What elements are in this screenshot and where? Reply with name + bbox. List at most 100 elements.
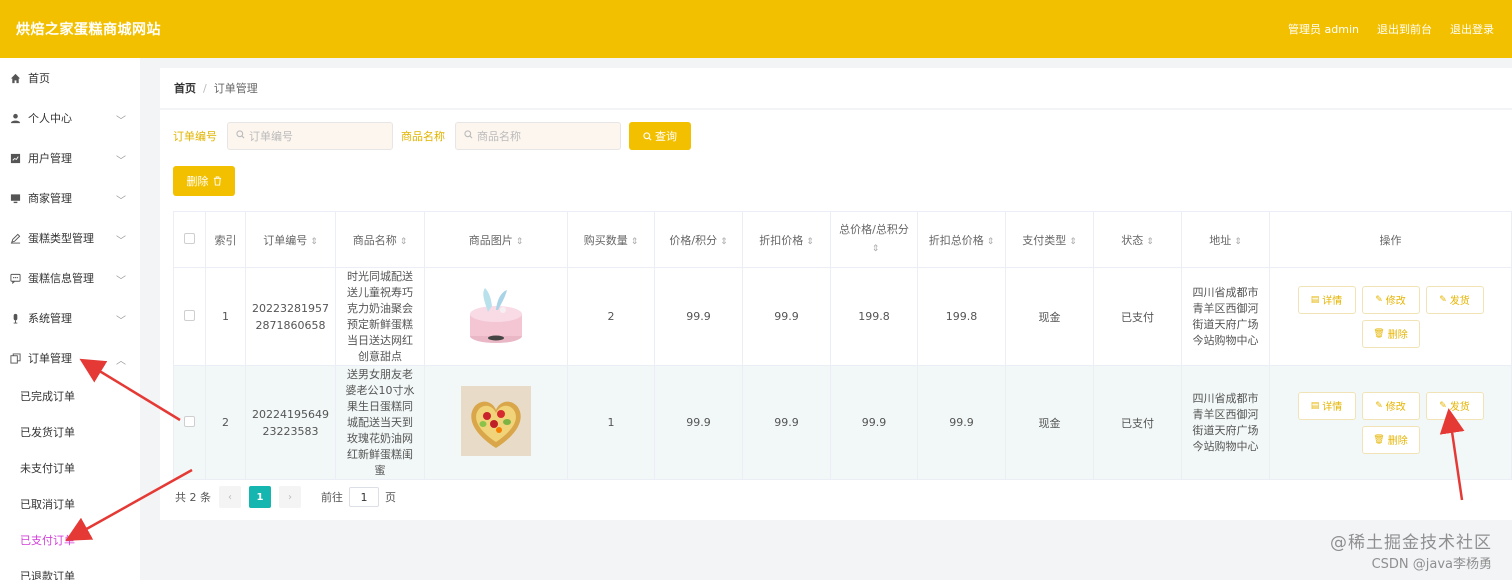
col-actions: 操作 bbox=[1269, 211, 1512, 268]
cell-status: 已支付 bbox=[1093, 267, 1182, 366]
table-header-row: 索引 订单编号 ⇕ 商品名称 ⇕ 商品图片 ⇕ 购买数量 ⇕ 价格/积分 ⇕ 折扣价格 ⇕ … bbox=[173, 211, 1512, 268]
sidebar-item-users[interactable]: 用户管理 ﹀ bbox=[0, 138, 140, 178]
mic-icon bbox=[9, 312, 21, 324]
row-select-cell[interactable] bbox=[173, 365, 206, 480]
col-quantity[interactable]: 购买数量 ⇕ bbox=[567, 211, 655, 268]
orders-table: 索引 订单编号 ⇕ 商品名称 ⇕ 商品图片 ⇕ 购买数量 ⇕ 价格/积分 ⇕ 折扣价格 ⇕ … bbox=[173, 211, 1512, 480]
sidebar-item-label: 商家管理 bbox=[28, 192, 72, 205]
chart-icon bbox=[9, 152, 21, 164]
col-address[interactable]: 地址 ⇕ bbox=[1181, 211, 1270, 268]
sort-icon[interactable]: ⇕ bbox=[1234, 237, 1242, 247]
select-all-checkbox[interactable] bbox=[184, 232, 195, 244]
cake-image-pink[interactable] bbox=[461, 280, 531, 350]
sub-item-refunded-orders[interactable]: 已退款订单 bbox=[0, 558, 140, 580]
sort-icon[interactable]: ⇕ bbox=[310, 237, 318, 247]
content-card: 订单编号 订单编号 商品名称 商品名称 查询 删除 索引 订单编号 ⇕ 商品名称… bbox=[160, 110, 1512, 520]
detail-button[interactable]: ▤ 详情 bbox=[1297, 391, 1356, 420]
product-name-input[interactable]: 商品名称 bbox=[455, 122, 621, 150]
cell-product-image[interactable] bbox=[424, 267, 568, 366]
select-all-cell[interactable] bbox=[173, 211, 206, 268]
sidebar-item-home[interactable]: 首页 bbox=[0, 58, 140, 98]
col-discount-price[interactable]: 折扣价格 ⇕ bbox=[742, 211, 831, 268]
col-product-name[interactable]: 商品名称 ⇕ bbox=[335, 211, 425, 268]
col-discount-total[interactable]: 折扣总价格 ⇕ bbox=[917, 211, 1006, 268]
chevron-down-icon: ﹀ bbox=[116, 276, 126, 287]
delete-button[interactable]: 🗑 删除 bbox=[1361, 319, 1420, 348]
sub-item-unpaid-orders[interactable]: 未支付订单 bbox=[0, 450, 140, 486]
sidebar-item-personal[interactable]: 个人中心 ﹀ bbox=[0, 98, 140, 138]
order-no-label: 订单编号 bbox=[173, 130, 217, 143]
row-checkbox[interactable] bbox=[184, 309, 195, 321]
col-product-image[interactable]: 商品图片 ⇕ bbox=[424, 211, 568, 268]
col-status[interactable]: 状态 ⇕ bbox=[1093, 211, 1182, 268]
col-pay-type[interactable]: 支付类型 ⇕ bbox=[1005, 211, 1094, 268]
top-header: 烘焙之家蛋糕商城网站 管理员 admin 退出到前台 退出登录 bbox=[0, 0, 1512, 58]
edit-button[interactable]: ✎ 修改 bbox=[1361, 285, 1420, 314]
sort-icon[interactable]: ⇕ bbox=[1069, 237, 1077, 247]
chat-icon bbox=[9, 272, 21, 284]
cell-discount-total: 199.8 bbox=[917, 267, 1006, 366]
cell-discount-price: 99.9 bbox=[742, 365, 831, 480]
delete-button[interactable]: 🗑 删除 bbox=[1361, 425, 1420, 454]
prev-page-button[interactable]: ‹ bbox=[219, 486, 241, 508]
pencil-icon: ✎ bbox=[1439, 400, 1447, 411]
sort-icon[interactable]: ⇕ bbox=[720, 237, 728, 247]
chevron-down-icon: ﹀ bbox=[116, 236, 126, 247]
col-total[interactable]: 总价格/总积分 ⇕ bbox=[830, 211, 918, 268]
order-no-input[interactable]: 订单编号 bbox=[227, 122, 393, 150]
cell-actions: ▤ 详情 ✎ 修改 ✎ 发货 🗑 删除 bbox=[1269, 365, 1512, 480]
sort-icon[interactable]: ⇕ bbox=[516, 237, 524, 247]
edit-button[interactable]: ✎ 修改 bbox=[1361, 391, 1420, 420]
cell-price: 99.9 bbox=[654, 365, 743, 480]
document-icon: ▤ bbox=[1310, 294, 1320, 305]
chevron-down-icon: ﹀ bbox=[116, 156, 126, 167]
goto-page-input[interactable]: 1 bbox=[349, 487, 379, 507]
cell-status: 已支付 bbox=[1093, 365, 1182, 480]
sidebar-item-cake-info[interactable]: 蛋糕信息管理 ﹀ bbox=[0, 258, 140, 298]
sub-item-completed-orders[interactable]: 已完成订单 bbox=[0, 378, 140, 414]
col-price[interactable]: 价格/积分 ⇕ bbox=[654, 211, 743, 268]
sort-icon[interactable]: ⇕ bbox=[872, 244, 880, 254]
home-icon bbox=[9, 72, 21, 84]
admin-label: 管理员 admin bbox=[1288, 23, 1359, 36]
cake-image-fruit[interactable] bbox=[461, 386, 531, 456]
header-actions: 管理员 admin 退出到前台 退出登录 bbox=[1288, 21, 1494, 37]
col-order-no[interactable]: 订单编号 ⇕ bbox=[245, 211, 336, 268]
sub-item-paid-orders[interactable]: 已支付订单 bbox=[0, 522, 140, 558]
chevron-down-icon: ﹀ bbox=[116, 316, 126, 327]
breadcrumb-home[interactable]: 首页 bbox=[174, 80, 196, 96]
sort-icon[interactable]: ⇕ bbox=[806, 237, 814, 247]
sort-icon[interactable]: ⇕ bbox=[1146, 237, 1154, 247]
pagination: 共 2 条 ‹ 1 › 前往 1 页 bbox=[175, 486, 396, 508]
sidebar-item-label: 用户管理 bbox=[28, 152, 72, 165]
cell-product-image[interactable] bbox=[424, 365, 568, 480]
sort-icon[interactable]: ⇕ bbox=[987, 237, 995, 247]
pencil-icon: ✎ bbox=[1375, 294, 1383, 305]
document-icon: ▤ bbox=[1310, 400, 1320, 411]
sort-icon[interactable]: ⇕ bbox=[631, 237, 639, 247]
ship-button[interactable]: ✎ 发货 bbox=[1425, 285, 1484, 314]
sub-item-cancelled-orders[interactable]: 已取消订单 bbox=[0, 486, 140, 522]
row-checkbox[interactable] bbox=[184, 415, 195, 427]
order-no-placeholder: 订单编号 bbox=[249, 130, 293, 143]
trash-icon bbox=[213, 176, 222, 186]
detail-button[interactable]: ▤ 详情 bbox=[1297, 285, 1356, 314]
sidebar-item-merchants[interactable]: 商家管理 ﹀ bbox=[0, 178, 140, 218]
sidebar-item-system[interactable]: 系统管理 ﹀ bbox=[0, 298, 140, 338]
next-page-button[interactable]: › bbox=[279, 486, 301, 508]
sidebar-item-cake-types[interactable]: 蛋糕类型管理 ﹀ bbox=[0, 218, 140, 258]
cell-index: 2 bbox=[205, 365, 246, 480]
exit-to-front-link[interactable]: 退出到前台 bbox=[1377, 21, 1432, 37]
cell-discount-price: 99.9 bbox=[742, 267, 831, 366]
page-number-button[interactable]: 1 bbox=[249, 486, 271, 508]
sub-item-shipped-orders[interactable]: 已发货订单 bbox=[0, 414, 140, 450]
cell-address: 四川省成都市青羊区西御河街道天府广场今站购物中心 bbox=[1181, 365, 1270, 480]
sidebar-item-orders[interactable]: 订单管理 ︿ bbox=[0, 338, 140, 378]
ship-button[interactable]: ✎ 发货 bbox=[1425, 391, 1484, 420]
watermark-line1: @稀土掘金技术社区 bbox=[1330, 533, 1492, 553]
query-button[interactable]: 查询 bbox=[629, 122, 691, 150]
batch-delete-button[interactable]: 删除 bbox=[173, 166, 235, 196]
row-select-cell[interactable] bbox=[173, 267, 206, 366]
logout-link[interactable]: 退出登录 bbox=[1450, 21, 1494, 37]
sort-icon[interactable]: ⇕ bbox=[400, 237, 408, 247]
